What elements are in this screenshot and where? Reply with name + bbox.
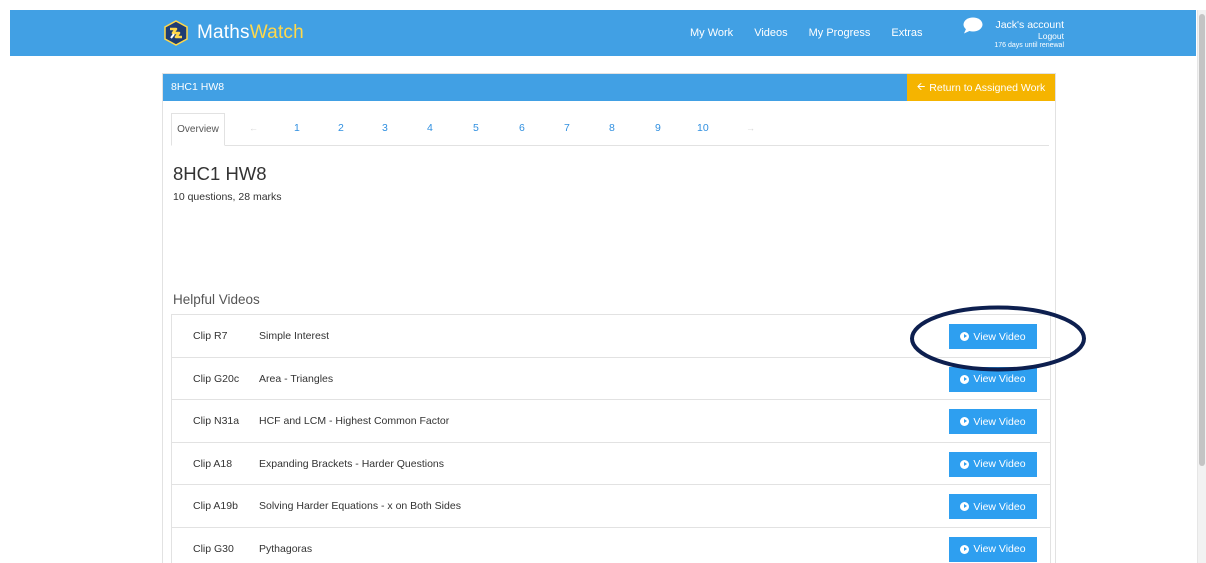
play-circle-icon [960, 544, 970, 554]
tab-question-9[interactable]: 9 [655, 122, 661, 134]
clip-title: HCF and LCM - Highest Common Factor [259, 415, 450, 427]
panel-header: 8HC1 HW8 🡨 Return to Assigned Work [163, 74, 1055, 101]
view-video-label: View Video [973, 458, 1026, 470]
nav-links: My Work Videos My Progress Extras [690, 10, 944, 56]
clip-code: Clip A18 [193, 457, 233, 470]
tab-prev-arrow-icon[interactable]: ← [249, 123, 258, 133]
clip-code: Clip G30 [193, 542, 234, 555]
nav-extras[interactable]: Extras [891, 27, 922, 39]
video-row: Clip A18 Expanding Brackets - Harder Que… [171, 441, 1051, 485]
nav-my-work[interactable]: My Work [690, 27, 733, 39]
helpful-videos-heading: Helpful Videos [173, 292, 260, 307]
view-video-label: View Video [973, 543, 1026, 555]
clip-title: Pythagoras [259, 542, 313, 555]
view-video-label: View Video [973, 373, 1026, 385]
clip-title: Area - Triangles [259, 372, 334, 385]
tab-question-10[interactable]: 10 [697, 122, 709, 134]
panel-title: 8HC1 HW8 [171, 81, 225, 93]
view-video-label: View Video [973, 415, 1026, 428]
nav-videos[interactable]: Videos [754, 27, 787, 39]
tab-question-4[interactable]: 4 [427, 122, 433, 134]
page: MathsWatch My Work Videos My Progress Ex… [0, 0, 1206, 563]
clip-title: Simple Interest [259, 330, 330, 342]
video-row: Clip R7 Simple Interest View Video [171, 314, 1051, 358]
chat-bubble-icon [963, 17, 983, 34]
top-navbar: MathsWatch My Work Videos My Progress Ex… [10, 10, 1196, 56]
clip-title: Expanding Brackets - Harder Questions [259, 457, 445, 470]
logout-link[interactable]: Logout [1038, 31, 1064, 41]
renewal-text: 176 days until renewal [994, 42, 1064, 49]
play-circle-icon [960, 417, 970, 426]
view-video-label: View Video [973, 330, 1026, 343]
play-circle-icon [960, 502, 970, 511]
return-button-label: Return to Assigned Work [929, 81, 1046, 94]
mathswatch-logo-icon [164, 20, 188, 46]
view-video-button[interactable]: View Video [949, 324, 1037, 349]
page-title: 8HC1 HW8 [173, 163, 267, 184]
view-video-button[interactable]: View Video [949, 366, 1037, 392]
homework-summary: 10 questions, 28 marks [173, 191, 282, 203]
arrow-left-icon: 🡨 [916, 80, 926, 93]
tab-question-2[interactable]: 2 [338, 122, 344, 134]
video-row: Clip G30 Pythagoras View Video [171, 526, 1051, 563]
play-circle-icon [960, 459, 970, 469]
view-video-button[interactable]: View Video [949, 536, 1037, 562]
play-circle-icon [960, 374, 970, 384]
view-video-label: View Video [973, 500, 1026, 513]
video-row: Clip A19b Solving Harder Equations - x o… [171, 484, 1051, 528]
view-video-button[interactable]: View Video [949, 494, 1037, 519]
tab-next-arrow-icon[interactable]: → [746, 123, 755, 133]
scrollbar-thumb[interactable] [1199, 14, 1205, 466]
tab-question-1[interactable]: 1 [294, 122, 300, 134]
tab-question-6[interactable]: 6 [519, 122, 525, 134]
homework-panel: 8HC1 HW8 🡨 Return to Assigned Work Overv… [162, 73, 1056, 563]
return-to-assigned-work-button[interactable]: 🡨 Return to Assigned Work [907, 74, 1055, 101]
clip-code: Clip G20c [193, 372, 240, 385]
question-tabs: Overview ← 1 2 3 4 5 6 7 8 9 10 → [171, 113, 1049, 146]
tab-question-8[interactable]: 8 [609, 122, 615, 134]
logo-text: MathsWatch [197, 22, 304, 44]
clip-title: Solving Harder Equations - x on Both Sid… [259, 500, 461, 512]
view-video-button[interactable]: View Video [949, 451, 1037, 477]
play-circle-icon [960, 332, 970, 341]
helpful-videos-list: Clip R7 Simple Interest View Video Clip … [171, 314, 1051, 563]
account-menu[interactable]: Jack's account Logout 176 days until ren… [958, 10, 1064, 56]
tab-question-7[interactable]: 7 [564, 122, 570, 134]
nav-my-progress[interactable]: My Progress [809, 27, 871, 39]
logo-text-watch: Watch [249, 22, 304, 43]
tab-overview[interactable]: Overview [171, 113, 225, 146]
clip-code: Clip N31a [193, 415, 240, 427]
logo[interactable]: MathsWatch [163, 20, 304, 46]
view-video-button[interactable]: View Video [949, 409, 1037, 434]
logo-text-maths: Maths [197, 22, 250, 43]
video-row: Clip N31a HCF and LCM - Highest Common F… [171, 399, 1051, 443]
tab-question-5[interactable]: 5 [473, 122, 479, 134]
video-row: Clip G20c Area - Triangles View Video [171, 356, 1051, 400]
page-scrollbar[interactable] [1197, 10, 1206, 563]
account-name[interactable]: Jack's account [995, 19, 1064, 31]
tab-question-3[interactable]: 3 [382, 122, 388, 134]
clip-code: Clip A19b [193, 500, 238, 512]
clip-code: Clip R7 [193, 330, 228, 342]
